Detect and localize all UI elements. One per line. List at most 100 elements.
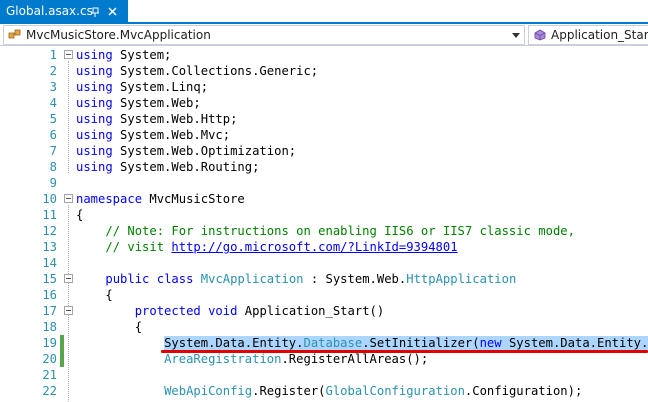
line-number: 18 [42, 320, 57, 334]
code-token: .SetInitializer( [362, 336, 480, 350]
code-token: : System.Web. [303, 272, 407, 286]
code-token: System.Web.Routing; [112, 160, 260, 174]
code-text: WebApiConfig.Register(GlobalConfiguratio… [76, 383, 582, 399]
code-editor[interactable]: 1 using System; 2 using System.Collections.… [0, 46, 648, 402]
code-line[interactable]: 8 using System.Web.Routing; [0, 159, 648, 175]
code-line[interactable]: 20 AreaRegistration.RegisterAllAreas(); [0, 351, 648, 367]
member-dropdown[interactable]: Application_Start() [528, 25, 648, 45]
code-token: System.Web.Mvc; [112, 128, 231, 142]
code-line[interactable]: 11 { [0, 207, 648, 223]
line-number: 15 [42, 272, 57, 286]
code-line[interactable]: 3 using System.Linq; [0, 79, 648, 95]
code-link[interactable]: http://go.microsoft.com/?LinkId=9394801 [171, 240, 457, 254]
code-line[interactable]: 1 using System; [0, 47, 648, 63]
code-token: System.Data.Entity. [501, 336, 648, 350]
method-icon [534, 29, 546, 41]
pin-icon[interactable] [90, 7, 100, 17]
code-text: { [76, 207, 83, 223]
code-line[interactable]: 4 using System.Web; [0, 95, 648, 111]
code-token: protected [134, 304, 201, 318]
code-text: // visit http://go.microsoft.com/?LinkId… [76, 239, 457, 255]
line-number: 11 [42, 208, 57, 222]
tab-global-asax-cs[interactable]: Global.asax.cs [0, 0, 128, 24]
collapse-icon[interactable] [64, 50, 73, 59]
line-number: 16 [42, 288, 57, 302]
code-text: using System; [76, 47, 171, 63]
change-marker [60, 351, 64, 367]
navigation-bar: MvcMusicStore.MvcApplication Application… [0, 24, 648, 46]
code-token: public [105, 272, 150, 286]
code-line[interactable]: 7 using System.Web.Optimization; [0, 143, 648, 159]
code-token: { [76, 288, 113, 302]
collapse-icon[interactable] [64, 274, 73, 283]
line-number: 5 [49, 112, 57, 126]
close-icon[interactable] [107, 6, 118, 17]
line-number: 2 [49, 64, 57, 78]
code-token: System.Collections.Generic; [112, 64, 319, 78]
code-line[interactable]: 16 { [0, 287, 648, 303]
type-dropdown[interactable]: MvcMusicStore.MvcApplication [3, 25, 525, 45]
code-token: System.Web.Http; [112, 112, 238, 126]
code-token: using [76, 160, 113, 174]
code-line[interactable]: 2 using System.Collections.Generic; [0, 63, 648, 79]
code-text: System.Data.Entity.Database.SetInitializ… [76, 335, 648, 351]
code-line[interactable]: 9 [0, 175, 648, 191]
code-token: GlobalConfiguration [325, 384, 465, 398]
code-token: { [76, 208, 84, 222]
code-line[interactable]: 6 using System.Web.Mvc; [0, 127, 648, 143]
code-line[interactable]: 22 WebApiConfig.Register(GlobalConfigura… [0, 383, 648, 399]
code-token: .Register( [252, 384, 326, 398]
collapse-icon[interactable] [64, 194, 73, 203]
code-token: System; [112, 48, 172, 62]
code-text: { [76, 319, 142, 335]
code-line[interactable]: 5 using System.Web.Http; [0, 111, 648, 127]
line-number: 6 [49, 128, 57, 142]
code-text: protected void Application_Start() [76, 303, 385, 319]
code-line[interactable]: 17 protected void Application_Start() [0, 303, 648, 319]
line-number: 4 [49, 96, 57, 110]
code-line[interactable]: 13 // visit http://go.microsoft.com/?Lin… [0, 239, 648, 255]
code-token: System.Data.Entity. [164, 336, 304, 350]
code-text: using System.Web.Routing; [76, 159, 259, 175]
line-number: 8 [49, 160, 57, 174]
code-token: { [76, 320, 143, 334]
code-token: using [76, 64, 113, 78]
tab-label: Global.asax.cs [6, 4, 93, 18]
code-text: namespace MvcMusicStore [76, 191, 245, 207]
code-text: using System.Web; [76, 95, 201, 111]
code-line[interactable]: 15 public class MvcApplication : System.… [0, 271, 648, 287]
code-token: AreaRegistration [164, 352, 282, 366]
code-text: using System.Web.Mvc; [76, 127, 230, 143]
code-text: { [76, 287, 113, 303]
collapse-icon[interactable] [64, 306, 73, 315]
code-line[interactable]: 19 System.Data.Entity.Database.SetInitia… [0, 335, 648, 351]
code-token: MvcMusicStore [142, 192, 245, 206]
code-line[interactable]: 21 [0, 367, 648, 383]
code-text: using System.Collections.Generic; [76, 63, 318, 79]
line-number: 10 [42, 192, 57, 206]
class-icon [8, 29, 21, 39]
chevron-down-icon [512, 33, 520, 38]
code-text: AreaRegistration.RegisterAllAreas(); [76, 351, 428, 367]
line-number: 17 [42, 304, 57, 318]
code-token: WebApiConfig [164, 384, 253, 398]
code-line[interactable]: 14 [0, 255, 648, 271]
code-line[interactable]: 10 namespace MvcMusicStore [0, 191, 648, 207]
code-token: // visit [105, 240, 172, 254]
line-number: 7 [49, 144, 57, 158]
code-text: public class MvcApplication : System.Web… [76, 271, 516, 287]
code-token: .RegisterAllAreas(); [281, 352, 429, 366]
code-line[interactable]: 18 { [0, 319, 648, 335]
line-number: 21 [42, 368, 57, 382]
code-token: class [156, 272, 194, 286]
code-token: Database [303, 336, 363, 350]
code-line[interactable]: 12 // Note: For instructions on enabling… [0, 223, 648, 239]
code-token: System.Web; [112, 96, 201, 110]
